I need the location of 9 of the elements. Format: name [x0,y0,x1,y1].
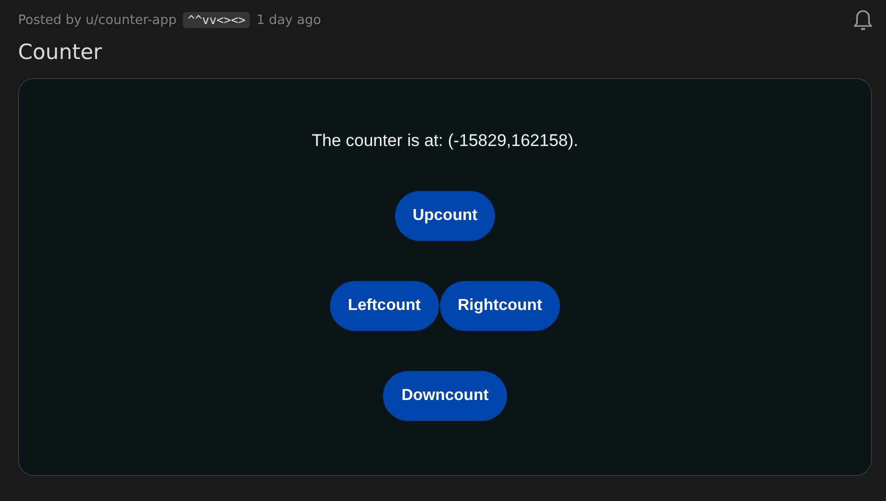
counter-message: The counter is at: (-15829,162158). [312,131,578,151]
post-title: Counter [18,40,103,64]
count-button[interactable]: Upcount [394,191,496,241]
count-button[interactable]: Downcount [383,371,507,421]
count-button[interactable]: Rightcount [440,281,560,331]
post-time: 1 day ago [256,12,322,28]
count-button[interactable]: Leftcount [330,281,439,331]
post-flair: ^^vv<><> [182,12,250,28]
post-byline: Posted by u/counter-app [18,12,177,28]
